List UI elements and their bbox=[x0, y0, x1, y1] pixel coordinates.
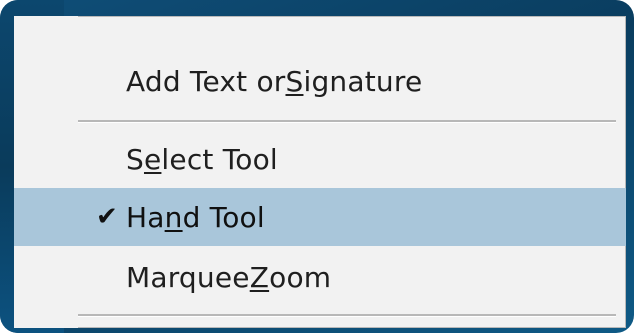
menu-item-add-text-or-signature[interactable]: Add Text or Signature bbox=[14, 52, 626, 110]
menu-separator bbox=[78, 120, 616, 122]
menu-separator bbox=[78, 314, 616, 316]
menu-item-label-pre: Add Text or bbox=[126, 64, 286, 98]
menu-item-label-post: oom bbox=[269, 260, 332, 294]
menu-item-hand-tool[interactable]: ✔ Ha n d Tool bbox=[14, 188, 626, 246]
menu-item-label-pre: Marquee bbox=[126, 260, 250, 294]
menu-item-marquee-zoom[interactable]: Marquee Zoom bbox=[14, 248, 626, 306]
window-frame: Add Text or Signature Se lect Tool ✔ Ha n d… bbox=[0, 0, 634, 333]
menu-item-label-pre: S bbox=[126, 142, 144, 176]
menu-item-label-post: lect Tool bbox=[161, 142, 278, 176]
menu-item-label-post: ignature bbox=[303, 64, 423, 98]
checkmark-icon: ✔ bbox=[96, 202, 118, 232]
menu-item-mnemonic: S bbox=[285, 64, 304, 98]
menu-item-select-tool[interactable]: Se lect Tool bbox=[14, 130, 626, 188]
menu-item-mnemonic: n bbox=[164, 200, 183, 234]
menu-item-mnemonic: e bbox=[143, 142, 162, 176]
menu-item-mnemonic: Z bbox=[249, 260, 270, 294]
menu-item-label-post: d Tool bbox=[182, 200, 265, 234]
context-menu: Add Text or Signature Se lect Tool ✔ Ha n d… bbox=[14, 16, 626, 328]
menu-item-label-pre: Ha bbox=[126, 200, 165, 234]
